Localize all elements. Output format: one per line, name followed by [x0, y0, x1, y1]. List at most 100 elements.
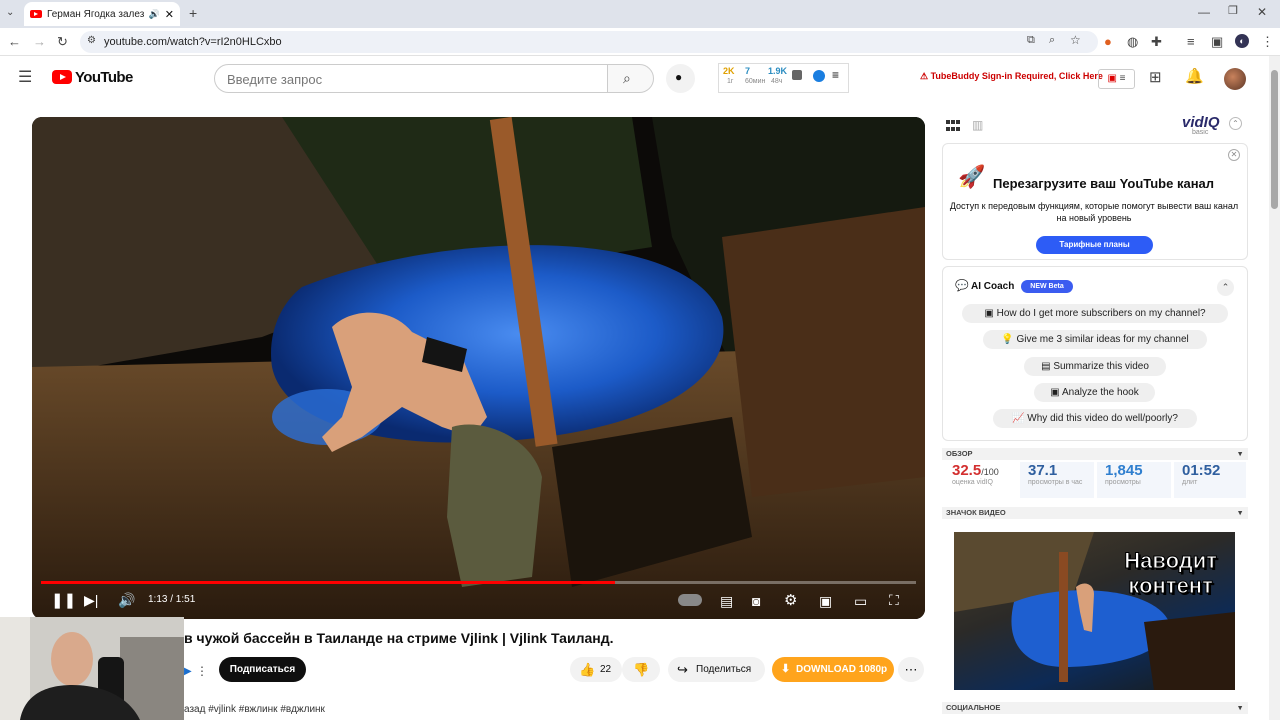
reload-icon[interactable]: ↻	[57, 35, 68, 48]
stat-value: 37.1	[1028, 462, 1058, 479]
notifications-bell-icon[interactable]: 🔔	[1185, 69, 1204, 84]
side-panel-icon[interactable]: ▣	[1211, 35, 1223, 48]
time-display: 1:13 / 1:51	[148, 594, 196, 605]
tubebuddy-menu-icon[interactable]: ≡	[832, 68, 839, 82]
user-avatar[interactable]	[1224, 68, 1246, 90]
autoplay-toggle[interactable]	[678, 594, 702, 606]
thumbnail-section-header[interactable]: ЗНАЧОК ВИДЕО ▾	[942, 507, 1248, 519]
youtube-logo-text[interactable]: YouTube	[75, 69, 133, 86]
youtube-logo-icon[interactable]	[52, 70, 72, 84]
caption-line-1: Наводит	[1124, 548, 1218, 574]
fullscreen-icon[interactable]: ⛶	[889, 593, 899, 607]
volume-icon[interactable]: 🔊	[118, 593, 135, 607]
video-frame-image	[32, 117, 925, 619]
channel-play-icon[interactable]: ▶	[184, 667, 192, 677]
search-button[interactable]: ⌕	[607, 64, 654, 93]
overview-section-header[interactable]: ОБЗОР ▾	[942, 448, 1248, 460]
suggestion-subscribers[interactable]: ▣ How do I get more subscribers on my ch…	[962, 304, 1228, 323]
address-bar[interactable]: ⚙ youtube.com/watch?v=rI2n0HLCxbo ⧉ ⌕ ☆	[80, 31, 1098, 53]
suggestion-summarize[interactable]: ▤ Summarize this video	[1024, 357, 1166, 376]
extension-fire-icon[interactable]: ●	[1104, 35, 1112, 48]
video-title: в чужой бассейн в Таиланде на стриме Vjl…	[184, 630, 614, 646]
browser-menu-icon[interactable]: ⋮	[1261, 35, 1274, 48]
stat-1-value: 2K	[723, 66, 735, 76]
suggestion-hook[interactable]: ▣ Analyze the hook	[1034, 383, 1155, 402]
promo-close-icon[interactable]: ✕	[1228, 149, 1240, 161]
tab-close-icon[interactable]: ✕	[165, 8, 174, 21]
tubebuddy-stats-widget[interactable]: 2K 1г 7 60мин 1.9K 48ч ≡	[718, 63, 849, 93]
browser-tab[interactable]: Герман Ягодка залез в чужой 🔊 ✕	[24, 2, 180, 26]
miniplayer-icon[interactable]: ▣	[819, 594, 832, 608]
profile-icon[interactable]: ◐	[1235, 34, 1249, 48]
youtube-masthead: ☰ YouTube Введите запрос ⌕ ● 2K 1г 7 60м…	[0, 56, 1265, 102]
stat-2-value: 7	[745, 66, 751, 76]
next-icon[interactable]: ▶|	[84, 593, 98, 607]
tubebuddy-signin-text: TubeBuddy Sign-in Required, Click Here	[930, 71, 1103, 81]
minimize-icon[interactable]: —	[1198, 6, 1210, 18]
extensions-puzzle-icon[interactable]: ✚	[1151, 35, 1162, 48]
new-tab-icon[interactable]: +	[189, 6, 197, 20]
more-actions-button[interactable]: ⋯	[898, 657, 924, 682]
tubebuddy-menu-button[interactable]: ▣ ≡	[1098, 69, 1135, 89]
social-section-header[interactable]: СОЦИАЛЬНОЕ ▾	[942, 702, 1248, 714]
page-scrollbar[interactable]	[1269, 56, 1280, 720]
install-app-icon[interactable]: ⧉	[1027, 35, 1035, 46]
suggestion-performance[interactable]: 📈 Why did this video do well/poorly?	[993, 409, 1197, 428]
subtitles-icon[interactable]: ▤	[720, 594, 733, 608]
vidiq-collapse-icon[interactable]: ⌃	[1229, 117, 1242, 130]
theater-mode-icon[interactable]: ▭	[854, 594, 867, 608]
ai-coach-title: AI Coach	[971, 281, 1015, 292]
video-thumbnail[interactable]: Наводит контент	[954, 532, 1235, 690]
tubebuddy-signin-link[interactable]: ⚠ TubeBuddy Sign-in Required, Click Here	[920, 71, 1103, 82]
forward-icon[interactable]: →	[33, 35, 46, 48]
hamburger-menu-icon[interactable]: ☰	[18, 70, 32, 86]
site-info-icon[interactable]: ⚙	[87, 36, 96, 46]
screenshot-camera-icon[interactable]: ◙	[752, 594, 760, 608]
share-button[interactable]: ↪ Поделиться	[668, 657, 765, 682]
warning-icon: ⚠	[920, 71, 931, 81]
suggestion-label: Analyze the hook	[1061, 387, 1139, 398]
stat-views: 1,845 просмотры	[1097, 462, 1171, 498]
extension-globe-icon[interactable]: ◍	[1127, 35, 1138, 48]
dislike-button[interactable]: 👎	[622, 657, 660, 682]
suggestion-ideas[interactable]: 💡 Give me 3 similar ideas for my channel	[983, 330, 1207, 349]
description-hashtags[interactable]: азад #vjlink #вжлинк #вджлинк	[184, 704, 325, 715]
tab-search-icon[interactable]: ⌄	[6, 8, 14, 18]
search-input[interactable]: Введите запрос	[214, 64, 608, 93]
settings-gear-icon[interactable]: ⚙	[784, 593, 797, 608]
like-button[interactable]: 👍 22	[570, 657, 622, 682]
video-player[interactable]: ❚❚ ▶| 🔊 1:13 / 1:51 ▤ ◙ ⚙ ▣ ▭ ⛶	[32, 117, 925, 619]
thumbnail-caption: Наводит контент	[1124, 548, 1218, 599]
create-video-icon[interactable]: ⊞	[1149, 70, 1162, 85]
window-close-icon[interactable]: ✕	[1257, 6, 1267, 18]
channel-more-icon[interactable]: ⋮	[196, 665, 208, 677]
tubebuddy-play-icon[interactable]	[813, 70, 825, 82]
bookmark-star-icon[interactable]: ☆	[1070, 34, 1081, 46]
scrollbar-thumb[interactable]	[1271, 70, 1278, 209]
stat-label: просмотры в час	[1028, 479, 1083, 486]
zoom-icon[interactable]: ⌕	[1049, 35, 1055, 46]
audio-icon[interactable]: 🔊	[149, 9, 160, 20]
stat-value: 32.5	[952, 462, 982, 479]
microphone-icon: ●	[675, 70, 683, 84]
chart-icon[interactable]	[792, 70, 802, 80]
plans-button[interactable]: Тарифные планы	[1036, 236, 1153, 254]
lightbulb-icon: 💡	[1001, 334, 1017, 345]
restore-icon[interactable]: ❐	[1228, 6, 1238, 17]
voice-search-button[interactable]: ●	[666, 64, 695, 93]
vidiq-grid-icon[interactable]	[946, 120, 961, 133]
download-button[interactable]: ⬇ DOWNLOAD 1080p	[772, 657, 894, 682]
progress-bar[interactable]	[41, 581, 916, 584]
collapse-arrow-icon: ▾	[1238, 449, 1242, 458]
stat-vidiq-score: 32.5/100 оценка vidIQ	[952, 462, 1018, 498]
ai-coach-collapse-icon[interactable]: ⌃	[1217, 279, 1234, 296]
promo-text: Доступ к передовым функциям, которые пом…	[949, 201, 1239, 223]
stat-value: 1,845	[1105, 462, 1143, 479]
download-label: DOWNLOAD 1080p	[796, 664, 888, 675]
back-icon[interactable]: ←	[8, 35, 21, 48]
pause-icon[interactable]: ❚❚	[51, 593, 76, 608]
subscribe-button[interactable]: Подписаться	[219, 657, 306, 682]
caption-line-2: контент	[1128, 573, 1214, 599]
vidiq-stats-icon[interactable]: ▥	[972, 119, 983, 131]
media-icon[interactable]: ≡	[1187, 35, 1195, 48]
